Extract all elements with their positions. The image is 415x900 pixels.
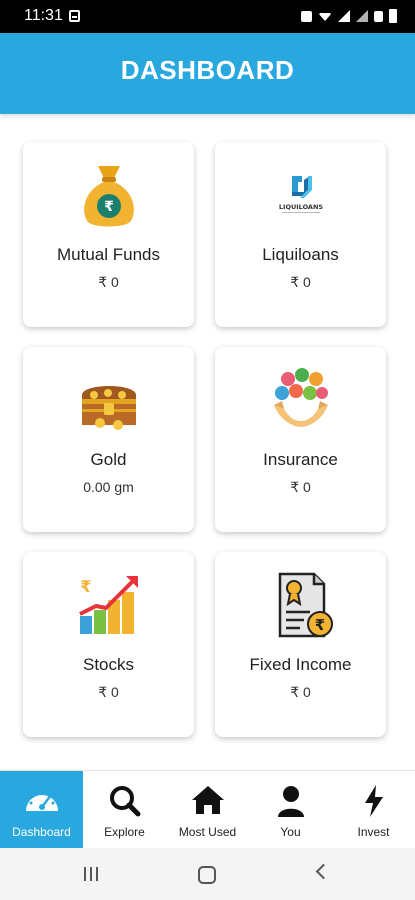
card-mutual-funds[interactable]: ₹ Mutual Funds ₹ 0 xyxy=(23,142,194,327)
treasure-chest-icon xyxy=(81,386,136,430)
status-bar: 11:31 xyxy=(0,0,415,33)
nav-label: You xyxy=(280,825,301,839)
card-title: Mutual Funds xyxy=(57,245,160,264)
svg-text:₹: ₹ xyxy=(80,577,91,596)
svg-text:₹: ₹ xyxy=(104,199,114,215)
card-title: Fixed Income xyxy=(249,655,352,674)
wifi-icon xyxy=(318,13,332,21)
money-bag-icon: ₹ xyxy=(83,166,134,227)
status-time: 11:31 xyxy=(24,7,63,24)
card-insurance[interactable]: Insurance ₹ 0 xyxy=(215,347,386,532)
nav-item-invest[interactable]: Invest xyxy=(332,771,415,849)
notification-icon xyxy=(69,10,80,22)
card-fixed-income[interactable]: ₹ Fixed Income ₹ 0 xyxy=(215,552,386,737)
nav-item-you[interactable]: You xyxy=(249,771,332,849)
insurance-hands-icon xyxy=(273,368,328,427)
nav-label: Invest xyxy=(357,825,390,839)
home-button[interactable] xyxy=(198,866,216,884)
card-title: Liquiloans xyxy=(262,245,339,264)
recent-apps-button[interactable] xyxy=(83,867,99,881)
card-value: ₹ 0 xyxy=(290,274,311,290)
card-value: ₹ 0 xyxy=(290,684,311,700)
card-liquiloans[interactable]: LIQUILOANS Liquiloans ₹ 0 xyxy=(215,142,386,327)
nav-label: Most Used xyxy=(178,825,237,839)
back-button[interactable] xyxy=(315,863,332,880)
card-title: Insurance xyxy=(263,450,338,469)
gallery-icon xyxy=(301,10,312,22)
nav-item-most-used[interactable]: Most Used xyxy=(166,771,249,849)
nav-label: Explore xyxy=(104,825,145,839)
user-icon xyxy=(277,786,304,817)
nav-item-explore[interactable]: Explore xyxy=(83,771,166,849)
bottom-nav: Dashboard Explore Most Used You Invest xyxy=(0,770,415,849)
system-nav-bar xyxy=(0,848,415,900)
nav-label: Dashboard xyxy=(12,825,71,839)
card-stocks[interactable]: ₹ Stocks ₹ 0 xyxy=(23,552,194,737)
card-gold[interactable]: Gold 0.00 gm xyxy=(23,347,194,532)
card-value: 0.00 gm xyxy=(83,479,134,495)
search-icon xyxy=(109,786,140,817)
page-title: DASHBOARD xyxy=(120,55,295,85)
card-value: ₹ 0 xyxy=(98,274,119,290)
speedometer-icon xyxy=(25,790,58,811)
stocks-growth-chart-icon: ₹ xyxy=(78,576,138,634)
card-title: Gold xyxy=(90,450,127,469)
battery-icon xyxy=(389,9,397,23)
home-icon xyxy=(191,786,224,814)
certificate-rupee-icon: ₹ xyxy=(278,572,333,638)
signal-icon xyxy=(338,10,350,22)
lightning-icon xyxy=(364,785,383,817)
nav-item-dashboard[interactable]: Dashboard xyxy=(0,771,83,849)
app-header: DASHBOARD xyxy=(0,33,415,114)
svg-text:₹: ₹ xyxy=(314,616,324,634)
liquiloans-logo: LIQUILOANS xyxy=(278,176,323,213)
status-icons xyxy=(301,8,397,24)
card-value: ₹ 0 xyxy=(290,479,311,495)
card-value: ₹ 0 xyxy=(98,684,119,700)
logo-text: LIQUILOANS xyxy=(278,203,323,211)
signal-secondary-icon xyxy=(356,10,368,22)
alarm-icon xyxy=(374,10,383,22)
card-title: Stocks xyxy=(82,655,135,674)
